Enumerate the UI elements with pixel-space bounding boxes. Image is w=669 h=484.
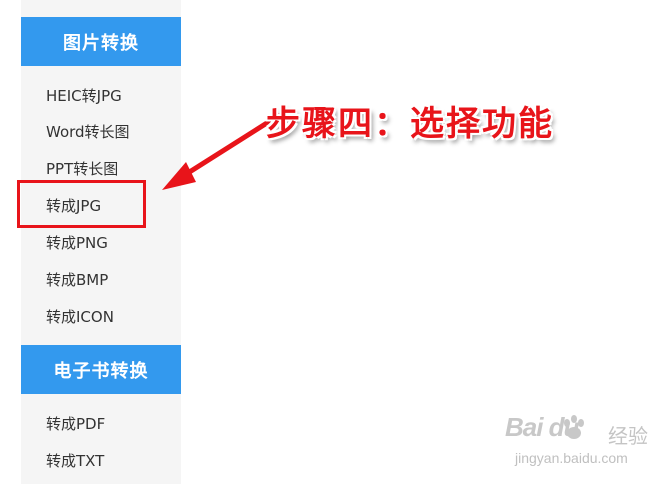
paw-icon (564, 415, 584, 439)
sidebar-item-ppt-to-long-image[interactable]: PPT转长图 (46, 156, 118, 182)
section-header-ebook-conversion[interactable]: 电子书转换 (21, 345, 181, 394)
sidebar-item-convert-to-icon[interactable]: 转成ICON (46, 304, 114, 330)
baidu-jingyan-watermark: Bai du 经验 jingyan.baidu.com (505, 412, 655, 478)
sidebar-item-convert-to-bmp[interactable]: 转成BMP (46, 267, 108, 293)
sidebar-item-convert-to-png[interactable]: 转成PNG (46, 230, 108, 256)
sidebar-item-convert-to-txt[interactable]: 转成TXT (46, 448, 104, 474)
watermark-jingyan-text: 经验 (608, 424, 648, 448)
annotation-step-text: 步骤四：选择功能 (266, 104, 554, 144)
watermark-url: jingyan.baidu.com (515, 450, 628, 466)
screenshot-page: 图片转换 HEIC转JPG Word转长图 PPT转长图 转成JPG 转成PNG… (0, 0, 669, 484)
sidebar-item-convert-to-pdf[interactable]: 转成PDF (46, 411, 105, 437)
highlight-box (17, 180, 146, 228)
sidebar-item-word-to-long-image[interactable]: Word转长图 (46, 119, 130, 145)
sidebar: 图片转换 HEIC转JPG Word转长图 PPT转长图 转成JPG 转成PNG… (21, 0, 181, 484)
section-header-image-conversion[interactable]: 图片转换 (21, 17, 181, 66)
sidebar-item-heic-to-jpg[interactable]: HEIC转JPG (46, 83, 122, 109)
